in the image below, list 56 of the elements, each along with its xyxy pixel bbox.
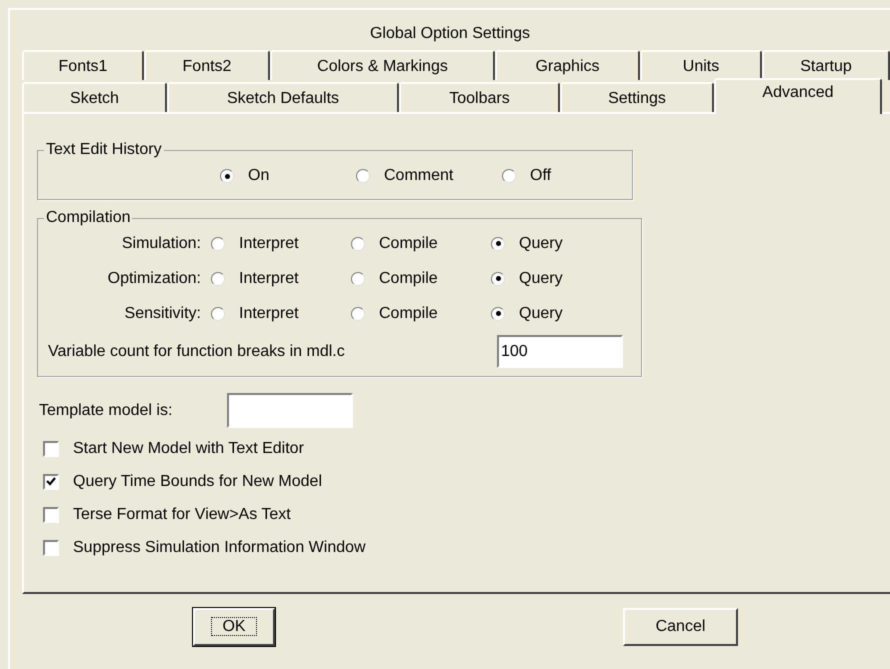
checkbox[interactable] [43,540,59,556]
tab[interactable]: Graphics [495,50,640,80]
checkbox-label: Terse Format for View>As Text [73,504,291,524]
input-field[interactable] [227,393,353,428]
radio-label: Interpret [239,304,299,324]
checkbox-label: Suppress Simulation Information Window [73,538,366,558]
checkbox[interactable] [43,440,59,456]
radio-button[interactable] [351,236,365,250]
tab[interactable]: Startup [762,50,890,80]
tab[interactable]: Sketch [22,82,167,112]
radio-button[interactable] [351,306,365,320]
group-title: Text Edit History [45,140,163,160]
radio-button[interactable] [211,236,225,250]
row-label: Optimization: [106,268,202,288]
field-label: Template model is: [39,400,174,420]
tab[interactable]: Fonts2 [144,50,270,80]
field-label: Variable count for function breaks in mdl.c [48,342,345,362]
radio-button[interactable] [211,306,225,320]
checkbox[interactable] [43,506,59,522]
check-icon [46,477,56,486]
radio-button[interactable] [220,169,234,183]
checkbox[interactable] [43,474,59,490]
radio-label: Interpret [239,268,299,288]
dialog-button[interactable]: OK [193,608,275,646]
radio-button[interactable] [502,169,516,183]
radio-label: Compile [379,234,438,254]
radio-label: Query [519,234,563,254]
checkbox-label: Start New Model with Text Editor [73,438,304,458]
radio-button[interactable] [491,306,505,320]
radio-label: Comment [384,166,454,186]
tab[interactable]: Advanced [714,78,882,114]
radio-button[interactable] [351,272,365,286]
radio-label: Query [519,268,563,288]
tab[interactable]: Colors & Markings [270,50,495,80]
row-label: Sensitivity: [124,304,202,324]
checkbox-label: Query Time Bounds for New Model [73,472,322,492]
radio-label: Compile [379,268,438,288]
tab[interactable]: Sketch Defaults [167,82,399,112]
tab[interactable]: Toolbars [399,82,560,112]
tab[interactable]: Units [640,50,762,80]
radio-button[interactable] [491,272,505,286]
row-label: Simulation: [120,234,202,254]
radio-button[interactable] [356,169,370,183]
radio-button[interactable] [211,272,225,286]
radio-label: Interpret [239,234,299,254]
radio-label: Off [530,166,552,186]
tab[interactable]: Fonts1 [22,50,144,80]
radio-label: Query [519,304,563,324]
radio-button[interactable] [491,236,505,250]
tab[interactable]: Settings [560,82,714,112]
input-field[interactable]: 100 [497,335,623,368]
radio-label: On [248,166,270,186]
group-title: Compilation [45,208,132,228]
dialog-button[interactable]: Cancel [623,608,738,646]
radio-label: Compile [379,304,438,324]
window-title: Global Option Settings [368,24,532,44]
